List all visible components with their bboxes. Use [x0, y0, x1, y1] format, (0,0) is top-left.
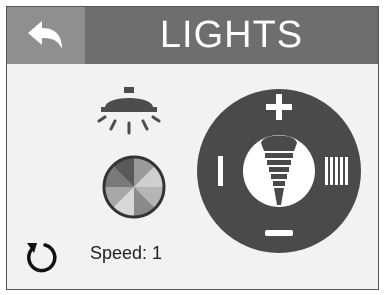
ceiling-lamp-icon[interactable] — [95, 87, 163, 139]
back-button[interactable] — [7, 7, 85, 64]
decrease-button[interactable] — [265, 230, 293, 236]
speed-label: Speed: 1 — [90, 243, 163, 263]
back-arrow-icon — [28, 20, 62, 49]
color-wheel-icon[interactable] — [102, 155, 166, 219]
page-title: LIGHTS — [159, 14, 304, 56]
reset-icon[interactable] — [23, 239, 59, 275]
header-bar: LIGHTS — [7, 7, 378, 64]
brightness-dial[interactable] — [195, 87, 363, 255]
lights-screen: LIGHTS Speed: 1 — [6, 6, 379, 290]
dim-level-icon — [218, 156, 223, 186]
